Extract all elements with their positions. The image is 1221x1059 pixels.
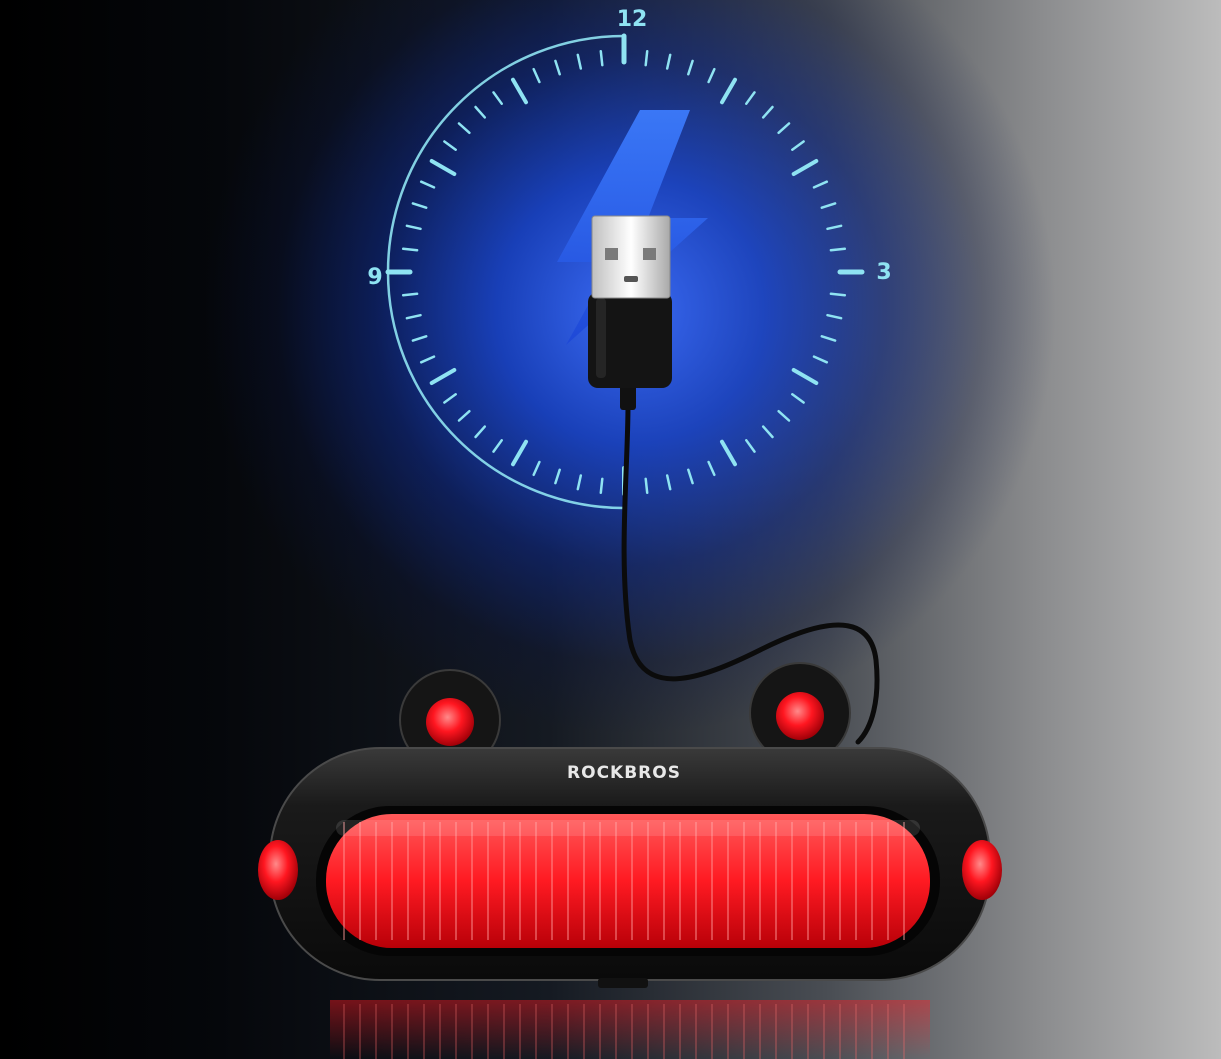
clock-tick <box>687 59 694 76</box>
clock-tick <box>443 393 457 404</box>
usb-plug-icon <box>588 215 672 410</box>
clock-tick <box>411 335 428 342</box>
clock-tick <box>720 439 737 467</box>
clock-tick <box>761 425 774 439</box>
clock-tick <box>576 474 583 491</box>
clock-arc <box>386 34 625 510</box>
clock-tick <box>474 105 487 119</box>
clock-tick <box>812 180 829 189</box>
clock-numeral-12: 12 <box>617 7 648 32</box>
clock-tick <box>492 439 503 453</box>
product-scene: 12 3 9 ROCKBROS <box>0 0 1221 1059</box>
clock-tick <box>791 140 805 151</box>
floor-reflection <box>330 1000 930 1059</box>
tail-light: ROCKBROS <box>258 662 1002 988</box>
clock-tick <box>532 460 541 477</box>
clock-tick <box>401 247 419 252</box>
clock-tick <box>829 292 847 297</box>
clock-tick <box>761 105 774 119</box>
clock-tick <box>405 313 422 320</box>
left-side-led <box>258 840 298 900</box>
clock-tick <box>411 202 428 209</box>
clock-tick <box>829 247 847 252</box>
clock-tick <box>707 460 716 477</box>
clock-tick <box>554 468 561 485</box>
clock-tick <box>745 439 756 453</box>
clock-tick <box>599 49 604 67</box>
clock-tick <box>644 477 649 495</box>
clock-tick <box>532 67 541 84</box>
clock-tick <box>554 59 561 76</box>
clock-tick <box>405 224 422 231</box>
clock-tick <box>820 335 837 342</box>
clock-tick <box>419 355 436 364</box>
clock-tick <box>791 159 819 176</box>
brand-logo: ROCKBROS <box>567 763 681 783</box>
clock-tick <box>511 439 528 467</box>
clock-tick <box>687 468 694 485</box>
clock-tick <box>429 159 457 176</box>
clock-tick <box>777 122 791 135</box>
clock-tick <box>665 53 672 70</box>
clock-tick <box>457 122 471 135</box>
clock-tick <box>511 77 528 105</box>
clock-tick <box>777 409 791 422</box>
clock-tick <box>707 67 716 84</box>
clock-tick <box>826 313 843 320</box>
clock-tick <box>457 409 471 422</box>
clock-tick <box>576 53 583 70</box>
scene-svg: 12 3 9 ROCKBROS <box>258 7 1002 1059</box>
clock-tick <box>474 425 487 439</box>
clock-tick <box>820 202 837 209</box>
right-side-led <box>962 840 1002 900</box>
clock-tick <box>826 224 843 231</box>
clock-numeral-9: 9 <box>367 265 382 290</box>
clock-tick <box>429 368 457 385</box>
clock-tick <box>812 355 829 364</box>
clock-tick <box>492 91 503 105</box>
clock-tick <box>791 393 805 404</box>
clock-tick <box>720 77 737 105</box>
clock-tick <box>644 49 649 67</box>
clock-numeral-3: 3 <box>876 260 891 285</box>
clock-tick <box>419 180 436 189</box>
clock-tick <box>443 140 457 151</box>
clock-tick <box>599 477 604 495</box>
clock-tick <box>745 91 756 105</box>
clock-tick <box>401 292 419 297</box>
clock-tick <box>791 368 819 385</box>
clock-tick <box>665 474 672 491</box>
